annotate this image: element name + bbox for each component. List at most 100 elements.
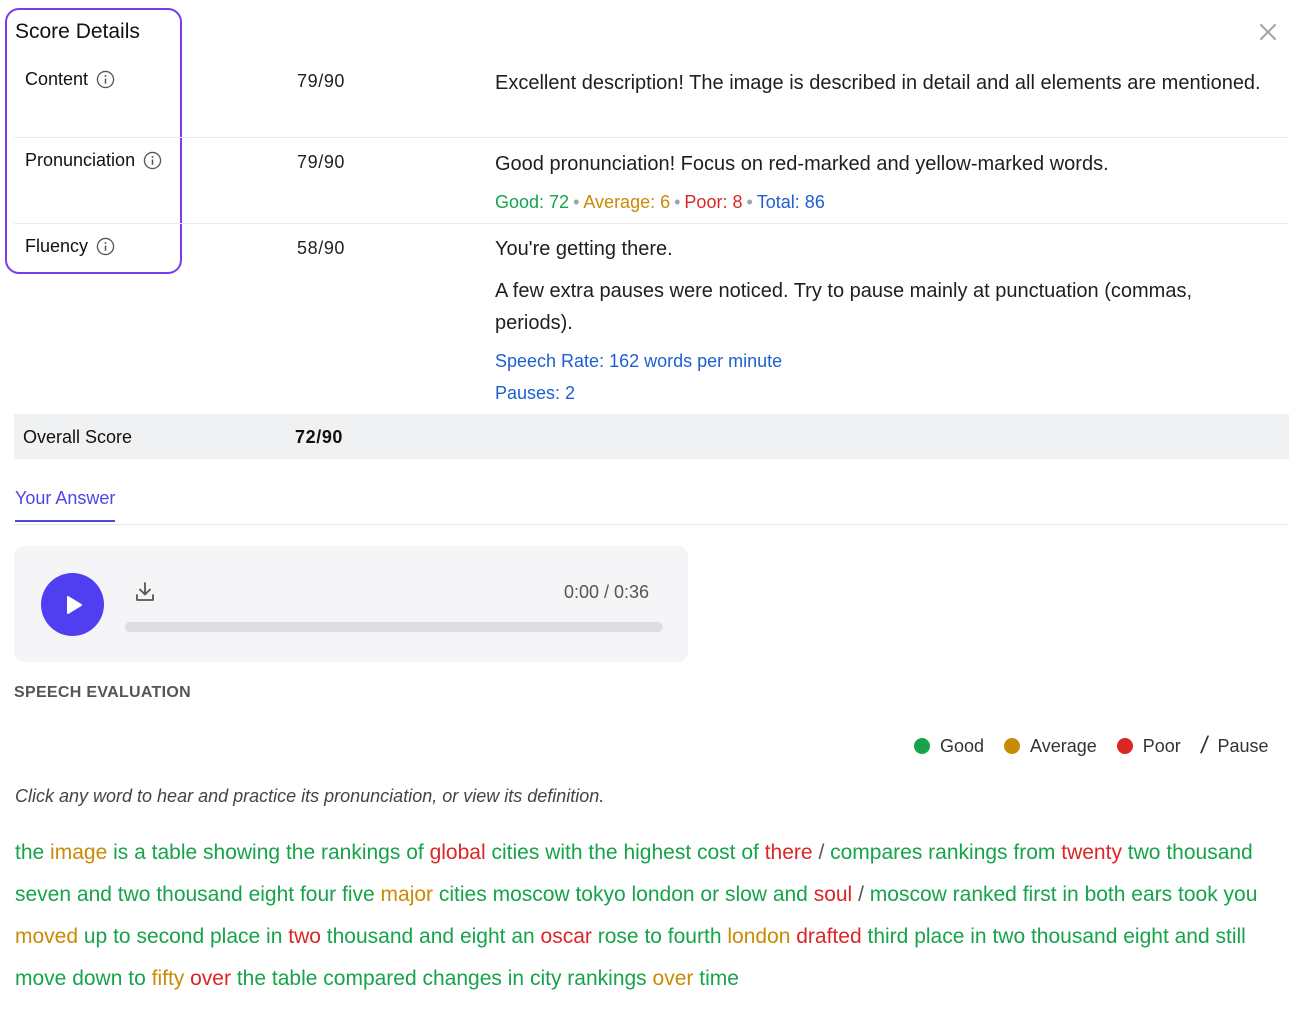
- transcript-word[interactable]: an: [511, 925, 534, 948]
- transcript-word[interactable]: to: [644, 925, 662, 948]
- info-icon[interactable]: [143, 151, 162, 170]
- transcript-word[interactable]: soul: [814, 883, 853, 906]
- transcript-word[interactable]: time: [699, 967, 739, 990]
- transcript-word[interactable]: of: [406, 841, 424, 864]
- transcript-word[interactable]: compared: [323, 967, 416, 990]
- transcript-word[interactable]: the: [15, 841, 44, 864]
- transcript-word[interactable]: london: [727, 925, 790, 948]
- transcript-word[interactable]: twenty: [1061, 841, 1122, 864]
- pronunciation-feedback: Good pronunciation! Focus on red-marked …: [495, 153, 1109, 175]
- transcript-word[interactable]: there: [765, 841, 813, 864]
- transcript-word[interactable]: ears: [1131, 883, 1172, 906]
- close-icon[interactable]: [1256, 20, 1280, 44]
- transcript-word[interactable]: eight: [249, 883, 295, 906]
- transcript-word[interactable]: the: [286, 841, 315, 864]
- transcript-word[interactable]: four: [300, 883, 336, 906]
- transcript-word[interactable]: thousand: [1166, 841, 1252, 864]
- transcript-word[interactable]: highest: [623, 841, 691, 864]
- transcript-word[interactable]: and: [1175, 925, 1210, 948]
- transcript-word[interactable]: down: [72, 967, 122, 990]
- transcript-word[interactable]: major: [381, 883, 434, 906]
- transcript-word[interactable]: moved: [15, 925, 78, 948]
- transcript-word[interactable]: still: [1216, 925, 1246, 948]
- info-icon[interactable]: [96, 237, 115, 256]
- transcript-word[interactable]: five: [342, 883, 375, 906]
- transcript-word[interactable]: city: [530, 967, 562, 990]
- transcript-word[interactable]: moscow: [493, 883, 570, 906]
- transcript-word[interactable]: thousand: [1031, 925, 1117, 948]
- transcript-word[interactable]: place: [914, 925, 964, 948]
- transcript-word[interactable]: moscow: [870, 883, 947, 906]
- transcript-word[interactable]: a: [134, 841, 146, 864]
- transcript-word[interactable]: move: [15, 967, 66, 990]
- transcript-word[interactable]: thousand: [156, 883, 242, 906]
- transcript-word[interactable]: compares: [830, 841, 922, 864]
- transcript-word[interactable]: eight: [460, 925, 506, 948]
- transcript-word[interactable]: cities: [439, 883, 487, 906]
- transcript-word[interactable]: rose: [598, 925, 639, 948]
- transcript-word[interactable]: you: [1224, 883, 1258, 906]
- transcript-word[interactable]: over: [653, 967, 694, 990]
- transcript-word[interactable]: changes: [423, 967, 502, 990]
- transcript-word[interactable]: global: [430, 841, 486, 864]
- transcript-word[interactable]: thousand: [327, 925, 413, 948]
- pause-marker: /: [818, 841, 825, 864]
- transcript-word[interactable]: showing: [203, 841, 280, 864]
- transcript-word[interactable]: rankings: [928, 841, 1007, 864]
- transcript-word[interactable]: two: [1128, 841, 1161, 864]
- transcript-word[interactable]: and: [77, 883, 112, 906]
- transcript-word[interactable]: table: [272, 967, 318, 990]
- transcript-word[interactable]: tokyo: [575, 883, 625, 906]
- transcript-word[interactable]: london: [632, 883, 695, 906]
- transcript-word[interactable]: the: [588, 841, 617, 864]
- transcript-word[interactable]: to: [128, 967, 146, 990]
- transcript-word[interactable]: in: [1062, 883, 1078, 906]
- transcript-word[interactable]: with: [545, 841, 582, 864]
- audio-player: 0:00 / 0:36: [14, 546, 688, 662]
- progress-track[interactable]: [125, 622, 663, 632]
- transcript-word[interactable]: took: [1178, 883, 1218, 906]
- transcript-word[interactable]: drafted: [796, 925, 861, 948]
- transcript-word[interactable]: up: [84, 925, 107, 948]
- transcript-word[interactable]: place: [210, 925, 260, 948]
- play-button[interactable]: [41, 573, 104, 636]
- transcript-word[interactable]: in: [508, 967, 524, 990]
- transcript-word[interactable]: second: [136, 925, 204, 948]
- transcript-word[interactable]: eight: [1123, 925, 1169, 948]
- transcript-word[interactable]: slow: [725, 883, 767, 906]
- transcript-word[interactable]: in: [266, 925, 282, 948]
- transcript-word[interactable]: of: [741, 841, 759, 864]
- transcript-word[interactable]: third: [867, 925, 908, 948]
- tab-your-answer[interactable]: Your Answer: [15, 488, 116, 522]
- transcript-word[interactable]: is: [113, 841, 128, 864]
- good-count: Good: 72: [495, 192, 570, 212]
- transcript-word[interactable]: to: [113, 925, 131, 948]
- transcript-word[interactable]: oscar: [541, 925, 592, 948]
- info-icon[interactable]: [96, 70, 115, 89]
- transcript-word[interactable]: in: [970, 925, 986, 948]
- transcript-word[interactable]: rankings: [567, 967, 646, 990]
- transcript-word[interactable]: ranked: [953, 883, 1017, 906]
- transcript-word[interactable]: fourth: [668, 925, 722, 948]
- tab-bar: Your Answer: [14, 488, 1289, 525]
- transcript-word[interactable]: two: [992, 925, 1025, 948]
- transcript-word[interactable]: and: [419, 925, 454, 948]
- transcript-word[interactable]: two: [118, 883, 151, 906]
- transcript-word[interactable]: fifty: [152, 967, 185, 990]
- transcript-word[interactable]: rankings: [321, 841, 400, 864]
- transcript-word[interactable]: two: [288, 925, 321, 948]
- transcript-word[interactable]: both: [1085, 883, 1126, 906]
- transcript-word[interactable]: or: [700, 883, 719, 906]
- download-icon[interactable]: [133, 580, 157, 604]
- transcript-word[interactable]: the: [237, 967, 266, 990]
- transcript-word[interactable]: image: [50, 841, 107, 864]
- transcript-word[interactable]: and: [773, 883, 808, 906]
- score-row-pronunciation: Pronunciation 79/90 Good pronunciation! …: [14, 138, 1289, 224]
- transcript-word[interactable]: seven: [15, 883, 71, 906]
- transcript-word[interactable]: over: [190, 967, 231, 990]
- transcript-word[interactable]: table: [152, 841, 198, 864]
- transcript-word[interactable]: cost: [697, 841, 736, 864]
- transcript-word[interactable]: cities: [491, 841, 539, 864]
- transcript-word[interactable]: first: [1023, 883, 1057, 906]
- transcript-word[interactable]: from: [1013, 841, 1055, 864]
